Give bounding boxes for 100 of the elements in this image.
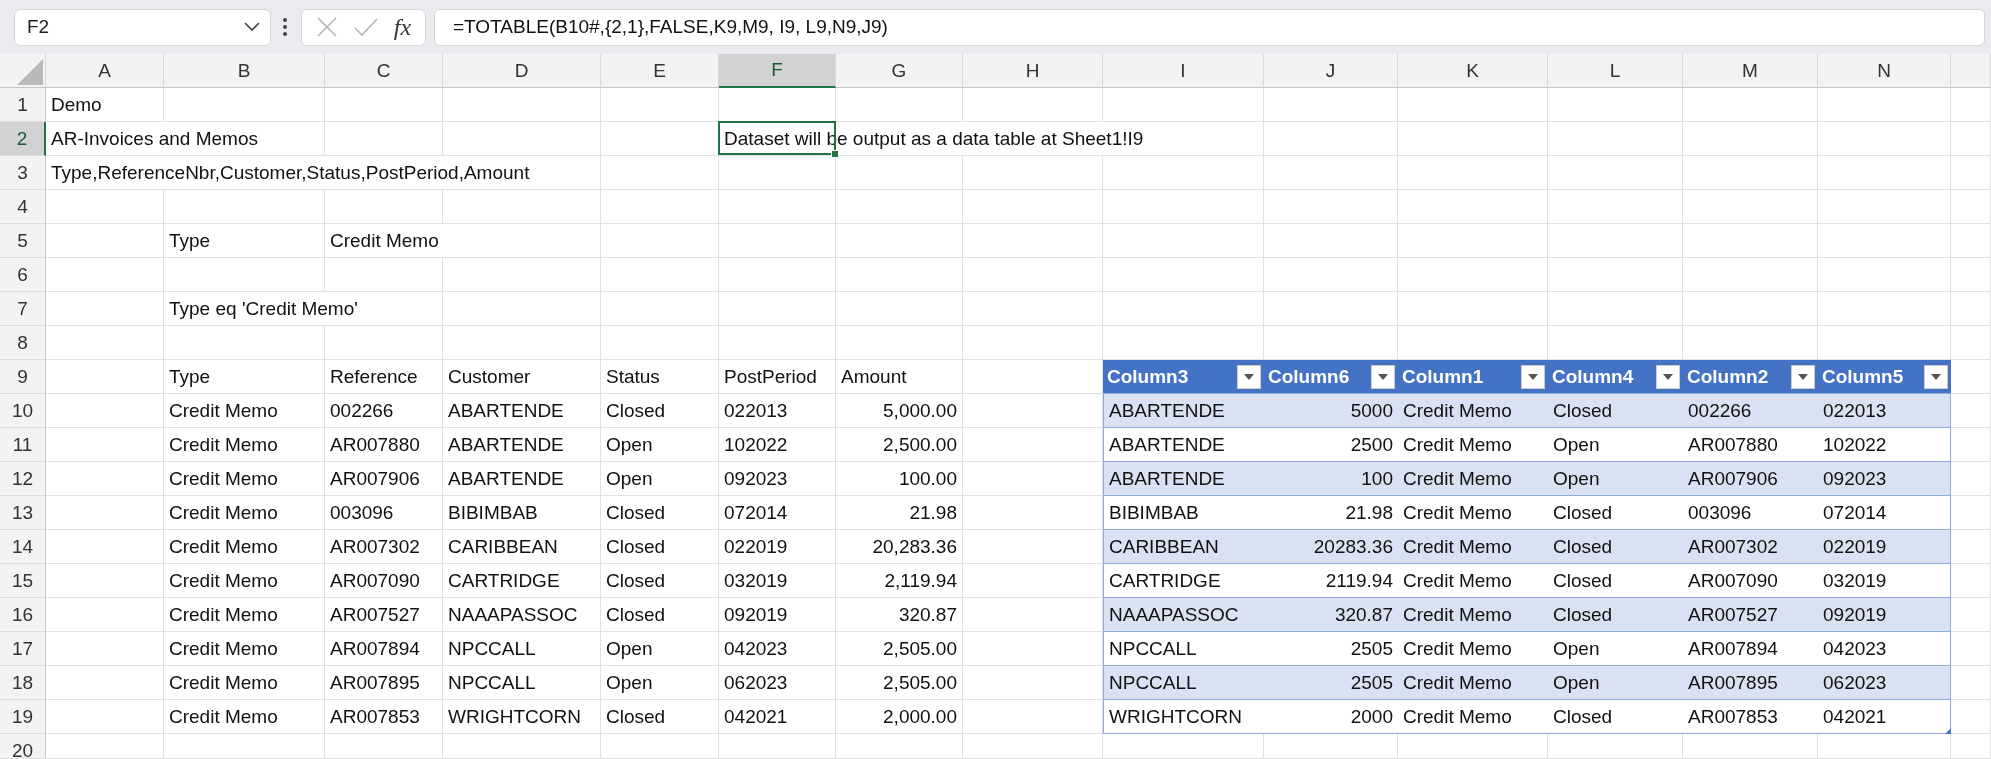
worksheet-cell[interactable]: [46, 462, 164, 496]
worksheet-cell[interactable]: AR007527: [325, 598, 443, 632]
worksheet-cell[interactable]: [963, 428, 1103, 462]
worksheet-cell[interactable]: [963, 734, 1103, 759]
worksheet-cell[interactable]: [601, 258, 719, 292]
row-header[interactable]: 20: [0, 734, 46, 759]
worksheet-cell[interactable]: [1548, 224, 1683, 258]
worksheet-cell[interactable]: [1398, 122, 1548, 156]
worksheet-cell[interactable]: Closed: [601, 598, 719, 632]
worksheet-cell[interactable]: [1548, 156, 1683, 190]
row-header[interactable]: 8: [0, 326, 46, 360]
insert-function-button[interactable]: fx: [393, 13, 412, 41]
worksheet-cell[interactable]: [1951, 360, 1991, 394]
worksheet-cell[interactable]: [1818, 292, 1951, 326]
worksheet-cell[interactable]: [963, 190, 1103, 224]
worksheet-cell[interactable]: [719, 190, 836, 224]
worksheet-cell[interactable]: [1398, 156, 1548, 190]
worksheet-cell[interactable]: [1818, 258, 1951, 292]
worksheet-cell[interactable]: Type,ReferenceNbr,Customer,Status,PostPeriod,Amount: [46, 156, 601, 190]
worksheet-cell[interactable]: [1951, 292, 1991, 326]
worksheet-cell[interactable]: [1264, 224, 1398, 258]
worksheet-cell[interactable]: [1103, 156, 1264, 190]
worksheet-cell[interactable]: [963, 632, 1103, 666]
worksheet-cell[interactable]: [1951, 224, 1991, 258]
worksheet-cell[interactable]: [1683, 156, 1818, 190]
worksheet-cell[interactable]: [1264, 190, 1398, 224]
worksheet-cell[interactable]: [963, 700, 1103, 734]
worksheet-cell[interactable]: NPCCALL: [443, 632, 601, 666]
worksheet-cell[interactable]: [1683, 258, 1818, 292]
worksheet-cell[interactable]: [1398, 258, 1548, 292]
worksheet-cell[interactable]: [1398, 190, 1548, 224]
worksheet-cell[interactable]: 002266: [325, 394, 443, 428]
worksheet-cell[interactable]: Closed: [601, 530, 719, 564]
column-header[interactable]: H: [963, 54, 1103, 88]
worksheet-cell[interactable]: 5,000.00: [836, 394, 963, 428]
worksheet-cell[interactable]: [1548, 292, 1683, 326]
worksheet-cell[interactable]: Type: [164, 360, 325, 394]
worksheet-cell[interactable]: [1818, 190, 1951, 224]
filter-button[interactable]: [1371, 364, 1395, 389]
formula-field[interactable]: =TOTABLE(B10#,{2,1},FALSE,K9,M9, I9, L9,N9,J9): [434, 8, 1985, 46]
worksheet-cell[interactable]: [836, 156, 963, 190]
worksheet-cell[interactable]: AR007853: [325, 700, 443, 734]
worksheet-cell[interactable]: [1264, 122, 1398, 156]
worksheet-cell[interactable]: Credit Memo: [164, 428, 325, 462]
row-header[interactable]: 3: [0, 156, 46, 190]
worksheet-cell[interactable]: [325, 190, 443, 224]
cancel-icon[interactable]: [315, 16, 338, 38]
worksheet-cell[interactable]: ABARTENDE: [443, 462, 601, 496]
worksheet-cell[interactable]: [1951, 190, 1991, 224]
worksheet-cell[interactable]: [963, 496, 1103, 530]
worksheet-cell[interactable]: [1264, 258, 1398, 292]
row-header[interactable]: 15: [0, 564, 46, 598]
worksheet-cell[interactable]: [443, 292, 601, 326]
worksheet-cell[interactable]: [164, 734, 325, 759]
worksheet-cell[interactable]: Open: [601, 462, 719, 496]
checkmark-icon[interactable]: [353, 17, 378, 37]
worksheet-cell[interactable]: Credit Memo: [164, 496, 325, 530]
worksheet-cell[interactable]: Closed: [601, 394, 719, 428]
row-header[interactable]: 4: [0, 190, 46, 224]
worksheet-cell[interactable]: Credit Memo: [164, 598, 325, 632]
worksheet-cell[interactable]: [1951, 462, 1991, 496]
worksheet-cell[interactable]: [46, 394, 164, 428]
worksheet-cell[interactable]: [443, 88, 601, 122]
worksheet-cell[interactable]: Type eq 'Credit Memo': [164, 292, 443, 326]
worksheet-cell[interactable]: [836, 292, 963, 326]
worksheet-cell[interactable]: Open: [601, 666, 719, 700]
row-header[interactable]: 7: [0, 292, 46, 326]
worksheet-cell[interactable]: [1103, 292, 1264, 326]
worksheet-cell[interactable]: [1548, 734, 1683, 759]
row-header[interactable]: 1: [0, 88, 46, 122]
column-header[interactable]: E: [601, 54, 719, 88]
worksheet-cell[interactable]: [1683, 190, 1818, 224]
worksheet-cell[interactable]: [1951, 734, 1991, 759]
column-header[interactable]: G: [836, 54, 963, 88]
worksheet-cell[interactable]: AR007880: [325, 428, 443, 462]
worksheet-cell[interactable]: Closed: [601, 564, 719, 598]
worksheet-cell[interactable]: Amount: [836, 360, 963, 394]
worksheet-cell[interactable]: [443, 734, 601, 759]
column-header[interactable]: [1951, 54, 1991, 88]
row-header[interactable]: 11: [0, 428, 46, 462]
worksheet-cell[interactable]: [46, 190, 164, 224]
resize-handle-icon[interactable]: [1945, 728, 1951, 734]
worksheet-cell[interactable]: [325, 258, 443, 292]
worksheet-cell[interactable]: 2,000.00: [836, 700, 963, 734]
worksheet-cell[interactable]: [1103, 734, 1264, 759]
worksheet-cell[interactable]: Closed: [601, 496, 719, 530]
worksheet-cell[interactable]: [963, 292, 1103, 326]
worksheet-cell[interactable]: CARTRIDGE: [443, 564, 601, 598]
worksheet-cell[interactable]: [719, 326, 836, 360]
worksheet-cell[interactable]: [1951, 564, 1991, 598]
worksheet-cell[interactable]: [836, 258, 963, 292]
worksheet-cell[interactable]: NPCCALL: [443, 666, 601, 700]
worksheet-cell[interactable]: 100.00: [836, 462, 963, 496]
worksheet-cell[interactable]: [46, 258, 164, 292]
worksheet-cell[interactable]: [601, 156, 719, 190]
row-header[interactable]: 6: [0, 258, 46, 292]
worksheet-cell[interactable]: [1398, 734, 1548, 759]
worksheet-cell[interactable]: Closed: [601, 700, 719, 734]
worksheet-cell[interactable]: [601, 326, 719, 360]
worksheet-cell[interactable]: [719, 258, 836, 292]
